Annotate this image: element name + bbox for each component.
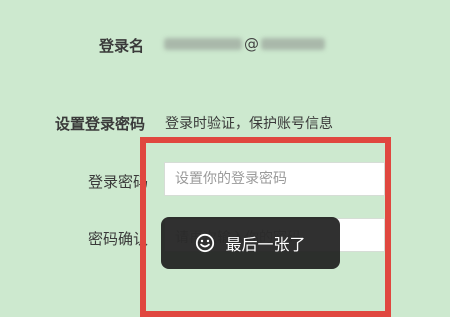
set-password-section-label: 设置登录密码 bbox=[55, 115, 146, 133]
masked-email: @ bbox=[164, 35, 325, 53]
password-hint: 登录时验证，保护账号信息 bbox=[165, 116, 333, 132]
email-domain-blur bbox=[261, 38, 325, 50]
confirm-field-label: 密码确认 bbox=[88, 230, 149, 248]
smiley-icon bbox=[196, 233, 215, 253]
toast-message: 最后一张了 bbox=[161, 217, 340, 269]
toast-text: 最后一张了 bbox=[225, 235, 306, 254]
login-name-label: 登录名 bbox=[99, 37, 145, 55]
email-local-blur bbox=[164, 38, 242, 50]
email-at: @ bbox=[244, 35, 259, 53]
password-field-label: 登录密码 bbox=[88, 173, 149, 191]
